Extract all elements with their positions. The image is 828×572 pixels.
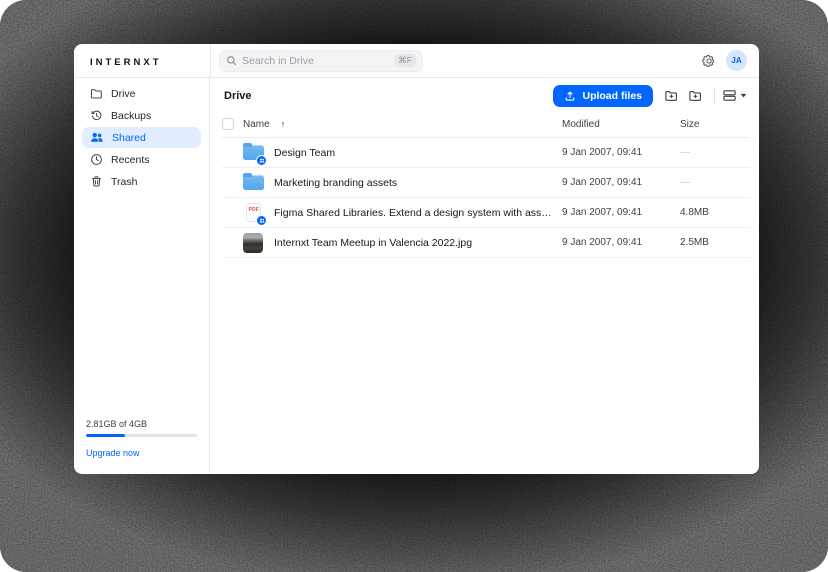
file-name: Figma Shared Libraries. Extend a design … xyxy=(274,207,562,219)
sidebar-item-trash[interactable]: Trash xyxy=(82,171,201,192)
users-icon xyxy=(90,131,104,144)
folder-icon xyxy=(90,87,103,100)
table-row[interactable]: Design Team 9 Jan 2007, 09:41 — xyxy=(222,138,750,168)
table-row[interactable]: Internxt Team Meetup in Valencia 2022.jp… xyxy=(222,228,750,258)
file-size: — xyxy=(680,147,750,158)
toolbar-divider xyxy=(714,88,715,104)
screenshot-stage: INTERNXT ⌘F J xyxy=(0,0,828,572)
view-mode-toggle[interactable] xyxy=(722,88,747,103)
sidebar-item-label: Drive xyxy=(111,88,136,100)
toolbar: Drive Upload files xyxy=(210,80,759,111)
column-header-modified[interactable]: Modified xyxy=(562,119,680,130)
top-bar-right: JA xyxy=(702,50,747,71)
sidebar-item-recents[interactable]: Recents xyxy=(82,149,201,170)
column-header-name[interactable]: Name xyxy=(243,119,270,130)
breadcrumb[interactable]: Drive xyxy=(224,90,252,102)
table-header-row: Name ↑ Modified Size xyxy=(222,111,750,138)
file-name: Internxt Team Meetup in Valencia 2022.jp… xyxy=(274,237,482,249)
logo-zone: INTERNXT xyxy=(74,52,210,70)
body-zone: Drive Backups xyxy=(74,78,759,474)
file-modified: 9 Jan 2007, 09:41 xyxy=(562,177,680,188)
image-thumbnail xyxy=(242,233,264,253)
sidebar-item-drive[interactable]: Drive xyxy=(82,83,201,104)
trash-icon xyxy=(90,175,103,188)
search-input[interactable] xyxy=(242,55,394,67)
file-modified: 9 Jan 2007, 09:41 xyxy=(562,207,680,218)
storage-progress-bar xyxy=(86,434,197,438)
folder-actions xyxy=(659,85,707,107)
file-modified: 9 Jan 2007, 09:41 xyxy=(562,147,680,158)
sidebar-item-label: Trash xyxy=(111,176,137,188)
caret-down-icon xyxy=(740,93,747,98)
top-bar: INTERNXT ⌘F J xyxy=(74,44,759,78)
upload-files-button[interactable]: Upload files xyxy=(553,85,653,107)
select-all-checkbox[interactable] xyxy=(222,118,234,130)
pdf-file-icon: PDF xyxy=(242,203,264,223)
shared-badge-icon xyxy=(256,155,267,166)
search-shortcut-badge: ⌘F xyxy=(394,54,416,67)
clock-icon xyxy=(90,153,103,166)
column-header-size[interactable]: Size xyxy=(680,119,750,130)
backup-clock-icon xyxy=(90,109,103,122)
upgrade-now-link[interactable]: Upgrade now xyxy=(86,448,197,458)
folder-icon xyxy=(242,173,264,193)
sidebar-item-backups[interactable]: Backups xyxy=(82,105,201,126)
sidebar-item-label: Shared xyxy=(112,132,146,144)
sidebar-item-label: Backups xyxy=(111,110,151,122)
upload-folder-button[interactable] xyxy=(659,85,683,107)
file-name: Marketing branding assets xyxy=(274,177,407,189)
search-icon xyxy=(226,55,237,66)
user-avatar[interactable]: JA xyxy=(726,50,747,71)
file-table: Name ↑ Modified Size xyxy=(210,111,759,474)
search-box[interactable]: ⌘F xyxy=(219,50,423,72)
sort-ascending-arrow: ↑ xyxy=(281,119,286,129)
file-size: — xyxy=(680,177,750,188)
file-size: 4.8MB xyxy=(680,207,750,218)
internxt-logo: INTERNXT xyxy=(90,57,162,68)
internxt-drive-window: INTERNXT ⌘F J xyxy=(74,44,759,474)
sidebar: Drive Backups xyxy=(74,78,210,474)
upload-button-label: Upload files xyxy=(582,90,642,102)
top-bar-main: ⌘F JA xyxy=(210,44,759,77)
file-size: 2.5MB xyxy=(680,237,750,248)
file-name: Design Team xyxy=(274,147,345,159)
new-folder-button[interactable] xyxy=(683,85,707,107)
table-row[interactable]: PDF Figma Shared Libraries. Extend a des… xyxy=(222,198,750,228)
shared-badge-icon xyxy=(256,215,267,226)
upload-icon xyxy=(564,90,576,102)
main-panel: Drive Upload files xyxy=(210,78,759,474)
storage-section: 2.81GB of 4GB Upgrade now xyxy=(74,419,209,475)
file-modified: 9 Jan 2007, 09:41 xyxy=(562,237,680,248)
sidebar-item-label: Recents xyxy=(111,154,150,166)
settings-gear-icon[interactable] xyxy=(702,54,716,68)
folder-icon xyxy=(242,143,264,163)
storage-progress-fill xyxy=(86,434,125,438)
table-row[interactable]: Marketing branding assets 9 Jan 2007, 09… xyxy=(222,168,750,198)
sidebar-item-shared[interactable]: Shared xyxy=(82,127,201,148)
list-view-icon xyxy=(722,88,737,103)
toolbar-actions: Upload files xyxy=(553,85,747,107)
storage-usage-label: 2.81GB of 4GB xyxy=(86,419,197,429)
